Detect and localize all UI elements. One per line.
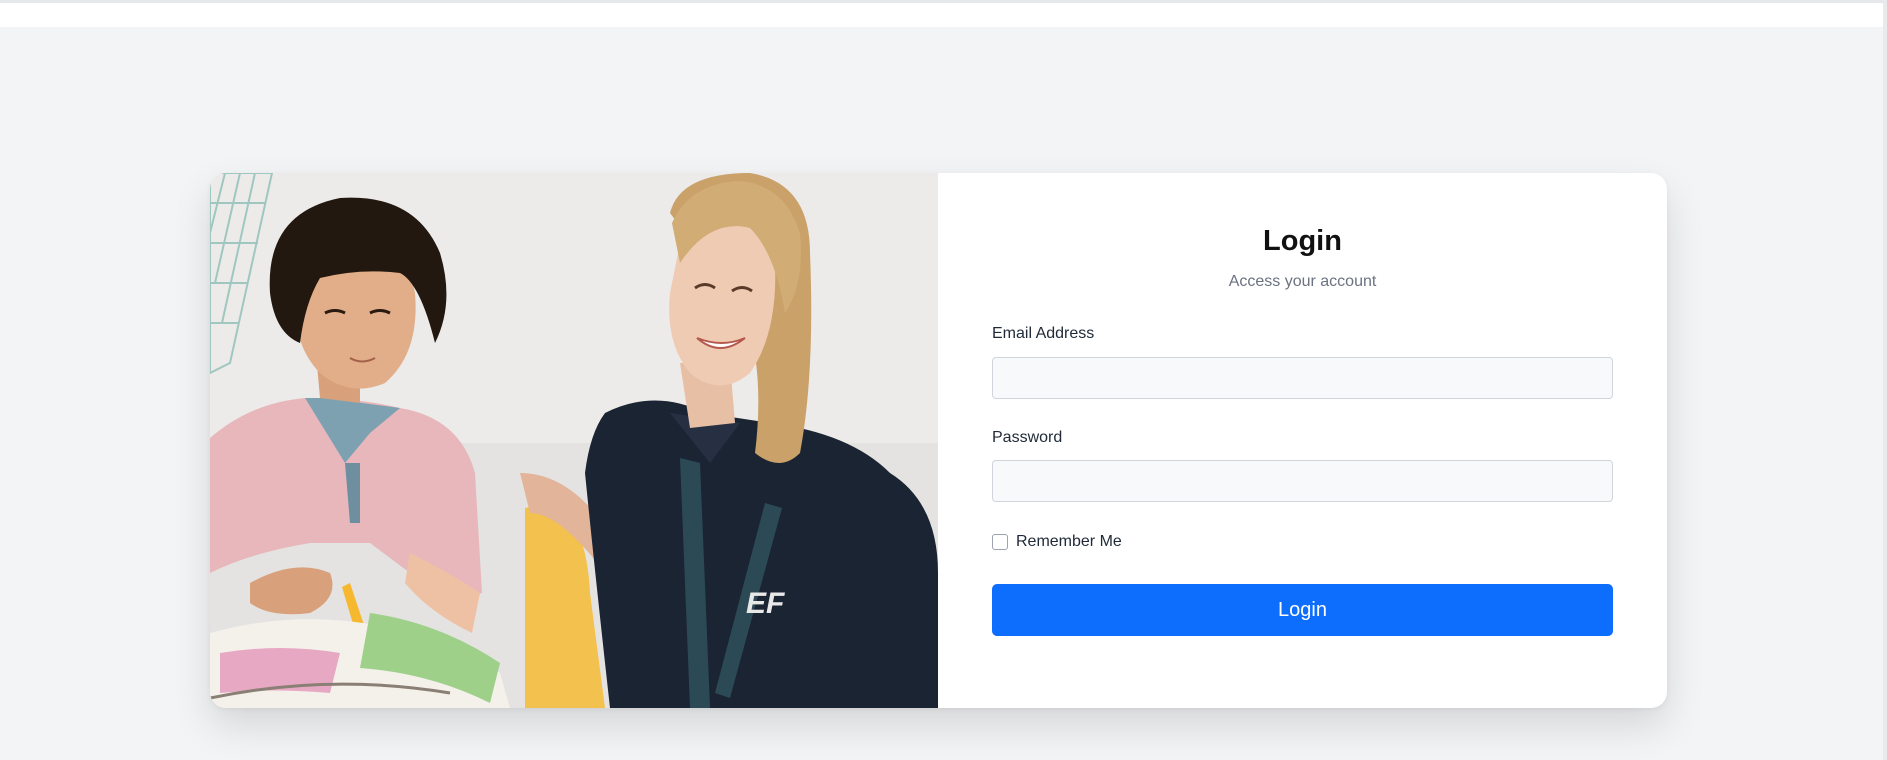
email-field[interactable] xyxy=(992,357,1613,399)
login-subtitle: Access your account xyxy=(1228,273,1377,290)
remember-me-checkbox[interactable] xyxy=(992,534,1008,550)
password-field[interactable] xyxy=(992,460,1613,502)
login-title: Login xyxy=(1263,225,1342,257)
login-button[interactable]: Login xyxy=(992,584,1613,636)
hero-photo: EF xyxy=(210,173,938,708)
email-label: Email Address xyxy=(992,325,1095,342)
hero-illustration: EF xyxy=(210,173,938,708)
ef-logo-icon: EF xyxy=(746,587,785,620)
scrollbar[interactable] xyxy=(1883,0,1887,760)
top-bar xyxy=(0,0,1887,27)
login-form: Login Access your account Email Address … xyxy=(938,173,1667,708)
password-label: Password xyxy=(992,429,1063,446)
remember-me-label[interactable]: Remember Me xyxy=(1016,533,1122,551)
login-card: EF Login Access your account Email Addre… xyxy=(210,173,1667,708)
svg-text:EF: EF xyxy=(746,587,785,620)
remember-me-row[interactable]: Remember Me xyxy=(992,533,1122,551)
